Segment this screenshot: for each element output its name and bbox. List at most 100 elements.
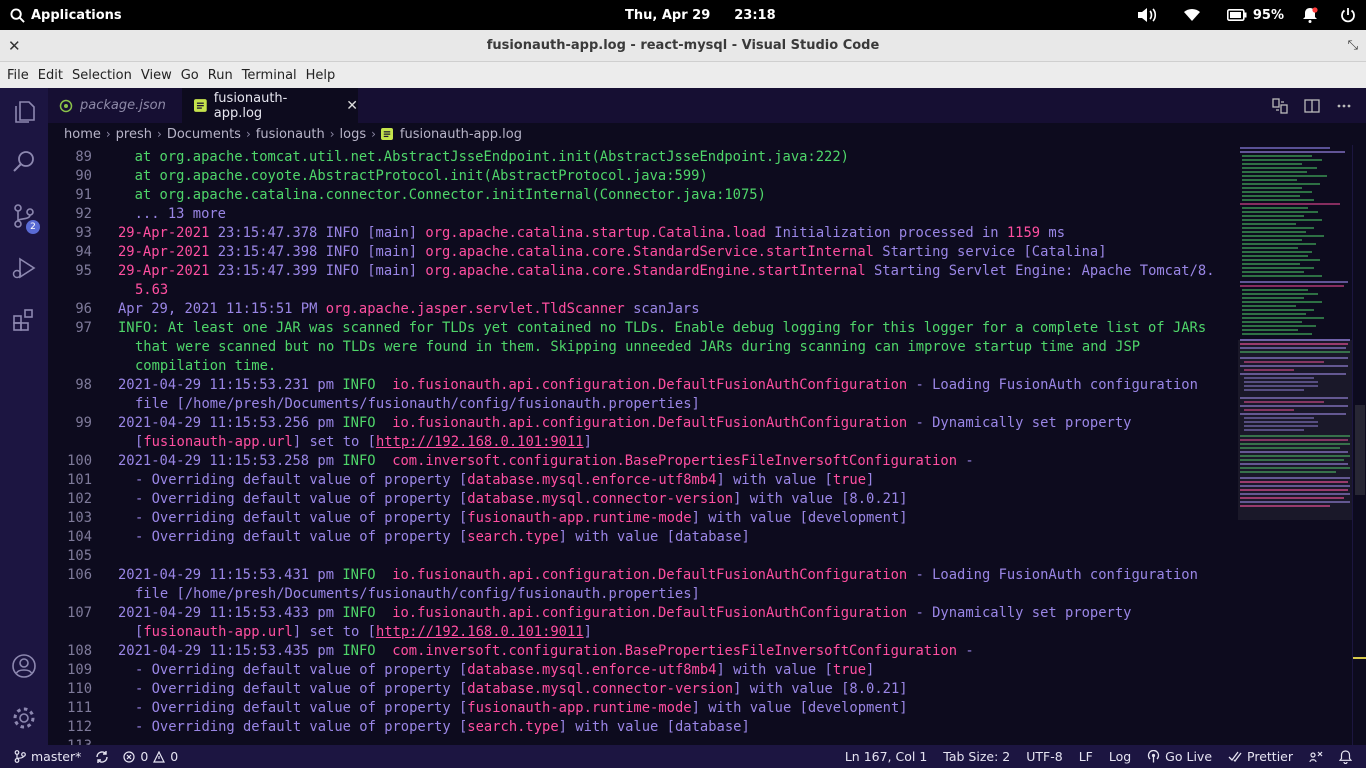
file-encoding[interactable]: UTF-8 <box>1026 749 1062 764</box>
system-tray: 95% <box>1117 0 1356 30</box>
git-branch-icon <box>14 750 26 763</box>
battery-indicator[interactable]: 95% <box>1226 8 1284 23</box>
log-number: 1159 <box>1006 225 1041 241</box>
split-editor-icon[interactable] <box>1304 98 1320 114</box>
search-view-icon[interactable] <box>0 138 48 186</box>
json-file-icon <box>59 99 73 112</box>
line-number: 97 <box>75 320 92 336</box>
log-class: org.apache.catalina.core.StandardService… <box>425 244 874 260</box>
prettier-button[interactable]: Prettier <box>1228 749 1293 764</box>
log-level: INFO <box>342 377 376 393</box>
breadcrumb-file[interactable]: fusionauth-app.log <box>400 127 522 142</box>
code-line: 2021-04-29 11:15:53.435 pm INFO com.inve… <box>118 643 974 659</box>
notification-bell-icon[interactable] <box>1302 7 1318 23</box>
minimap[interactable] <box>1238 145 1352 745</box>
settings-gear-icon[interactable] <box>0 694 48 742</box>
line-number: 92 <box>75 206 92 222</box>
code-line-wrap: 5.63 <box>135 282 169 298</box>
log-ampm: pm <box>317 605 335 621</box>
log-date: 2021-04-29 <box>118 567 202 583</box>
property-name: database.mysql.connector-version <box>467 491 734 507</box>
problems-indicator[interactable]: 0 0 <box>123 749 178 764</box>
editor-actions <box>1272 88 1352 123</box>
wifi-icon[interactable] <box>1183 8 1201 22</box>
line-number: 101 <box>67 472 92 488</box>
log-message: scanJars <box>633 301 700 317</box>
line-number: 108 <box>67 643 92 659</box>
line-number: 111 <box>67 700 92 716</box>
menu-edit[interactable]: Edit <box>37 68 69 83</box>
url-link[interactable]: http://192.168.0.101:9011 <box>376 624 584 640</box>
log-level: INFO <box>325 244 359 260</box>
with-value-text: with value <box>708 510 792 526</box>
menu-terminal[interactable]: Terminal <box>241 68 303 83</box>
log-file-icon <box>380 128 393 140</box>
breadcrumb-logs[interactable]: logs <box>340 127 367 142</box>
set-to-label: set to <box>309 434 360 450</box>
tab-size[interactable]: Tab Size: 2 <box>943 749 1010 764</box>
broadcast-icon <box>1148 750 1160 763</box>
scrollbar-thumb[interactable] <box>1355 405 1365 495</box>
menu-go[interactable]: Go <box>180 68 205 83</box>
volume-icon[interactable] <box>1137 7 1157 23</box>
open-changes-icon[interactable] <box>1272 97 1288 114</box>
breadcrumb-presh[interactable]: presh <box>116 127 152 142</box>
menu-selection[interactable]: Selection <box>71 68 138 83</box>
override-text: - Overriding default value of property <box>135 700 451 716</box>
cursor-position[interactable]: Ln 167, Col 1 <box>845 749 927 764</box>
system-top-bar: Applications Thu, Apr 29 23:18 95% <box>0 0 1366 30</box>
log-class: io.fusionauth.api.configuration.DefaultF… <box>392 377 908 393</box>
editor-text-area[interactable]: 89 at org.apache.tomcat.util.net.Abstrac… <box>48 145 1238 745</box>
override-text: - Overriding default value of property <box>135 472 451 488</box>
tab-package-json[interactable]: package.json <box>48 88 183 123</box>
line-number: 105 <box>67 548 92 564</box>
run-debug-icon[interactable] <box>0 244 48 292</box>
code-line: at org.apache.tomcat.util.net.AbstractJs… <box>118 149 849 165</box>
applications-menu[interactable]: Applications <box>10 0 122 30</box>
override-text: - Overriding default value of property <box>135 681 451 697</box>
notifications-bell-icon[interactable] <box>1339 749 1352 764</box>
breadcrumb-documents[interactable]: Documents <box>167 127 241 142</box>
chevron-right-icon: › <box>245 127 251 141</box>
property-value: true <box>832 662 867 678</box>
source-control-icon[interactable]: 2 <box>0 192 48 240</box>
menu-view[interactable]: View <box>140 68 178 83</box>
clock[interactable]: Thu, Apr 29 23:18 <box>625 0 776 30</box>
scrollbar-cursor-marker <box>1353 657 1366 659</box>
close-tab-icon[interactable]: ✕ <box>346 98 358 114</box>
status-bar: master* 0 0 Ln 167, Col 1 Tab Size: 2 UT… <box>0 745 1366 768</box>
menu-run[interactable]: Run <box>207 68 239 83</box>
window-restore-button[interactable]: ⤡ <box>1348 30 1358 62</box>
line-number: 103 <box>67 510 92 526</box>
go-live-button[interactable]: Go Live <box>1147 749 1212 764</box>
power-icon[interactable] <box>1340 7 1356 23</box>
code-line: at org.apache.coyote.AbstractProtocol.in… <box>118 168 708 184</box>
breadcrumb-home[interactable]: home <box>64 127 101 142</box>
sync-icon[interactable] <box>95 750 109 764</box>
with-value-text: with value <box>575 719 659 735</box>
extensions-icon[interactable] <box>0 296 48 344</box>
log-time: 11:15:53.231 <box>209 377 310 393</box>
breadcrumb-fusionauth[interactable]: fusionauth <box>256 127 325 142</box>
property-value: true <box>832 472 867 488</box>
menu-help[interactable]: Help <box>305 68 342 83</box>
minimap-slider[interactable] <box>1238 340 1352 520</box>
tab-fusionauth-app-log[interactable]: fusionauth-app.log ✕ <box>183 88 358 123</box>
git-branch[interactable]: master* <box>14 749 81 764</box>
feedback-icon[interactable] <box>1309 750 1323 764</box>
log-level: INFO <box>325 263 359 279</box>
url-link[interactable]: http://192.168.0.101:9011 <box>376 434 584 450</box>
code-line: - Overriding default value of property [… <box>135 472 875 488</box>
tab-label: package.json <box>80 98 166 113</box>
code-line-wrap: compilation time. <box>135 358 277 374</box>
log-time: 11:15:53.431 <box>209 567 310 583</box>
explorer-icon[interactable] <box>0 88 48 136</box>
line-number: 93 <box>75 225 92 241</box>
language-mode[interactable]: Log <box>1109 749 1131 764</box>
property-name: database.mysql.connector-version <box>467 681 734 697</box>
end-of-line[interactable]: LF <box>1079 749 1093 764</box>
accounts-icon[interactable] <box>0 642 48 690</box>
vertical-scrollbar[interactable] <box>1352 145 1366 745</box>
more-actions-icon[interactable] <box>1336 98 1352 114</box>
menu-file[interactable]: File <box>6 68 35 83</box>
